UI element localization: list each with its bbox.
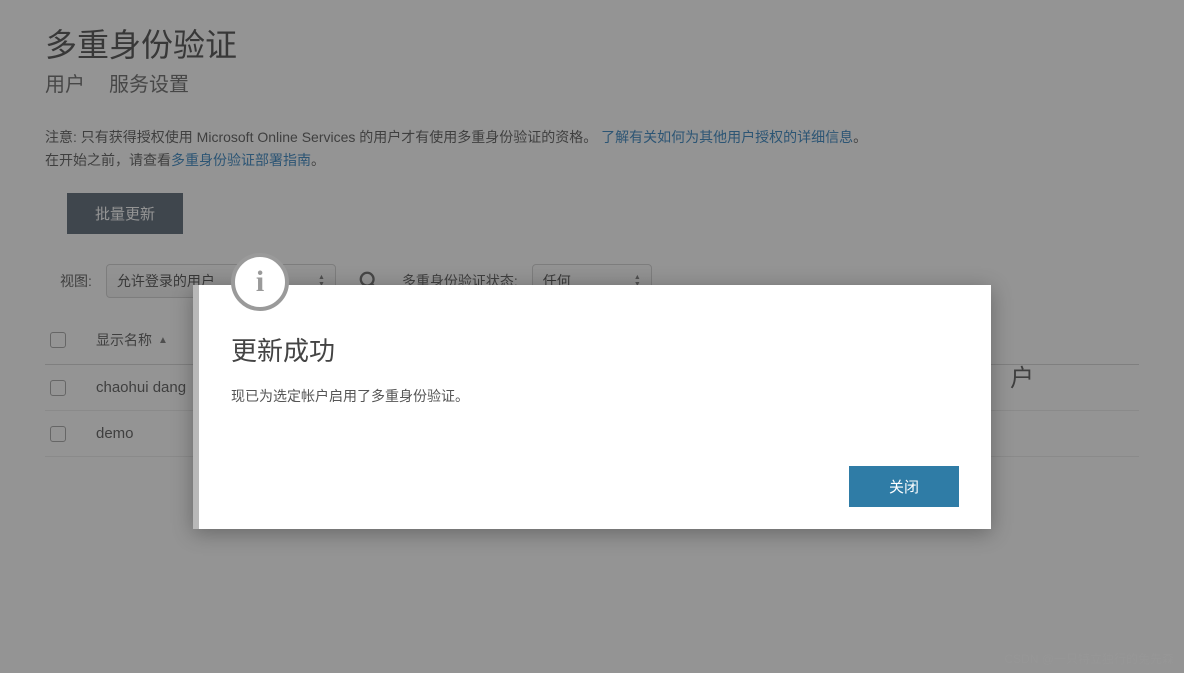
watermark: CSDN @一只特立独行的兔先森 (1004, 650, 1174, 667)
close-button[interactable]: 关闭 (849, 466, 959, 507)
modal-overlay: i 更新成功 现已为选定帐户启用了多重身份验证。 关闭 (0, 0, 1184, 673)
modal-footer: 关闭 (231, 466, 959, 507)
info-icon: i (231, 253, 289, 311)
modal-message: 现已为选定帐户启用了多重身份验证。 (231, 386, 959, 406)
modal-title: 更新成功 (231, 331, 959, 368)
success-modal: i 更新成功 现已为选定帐户启用了多重身份验证。 关闭 (193, 285, 991, 529)
